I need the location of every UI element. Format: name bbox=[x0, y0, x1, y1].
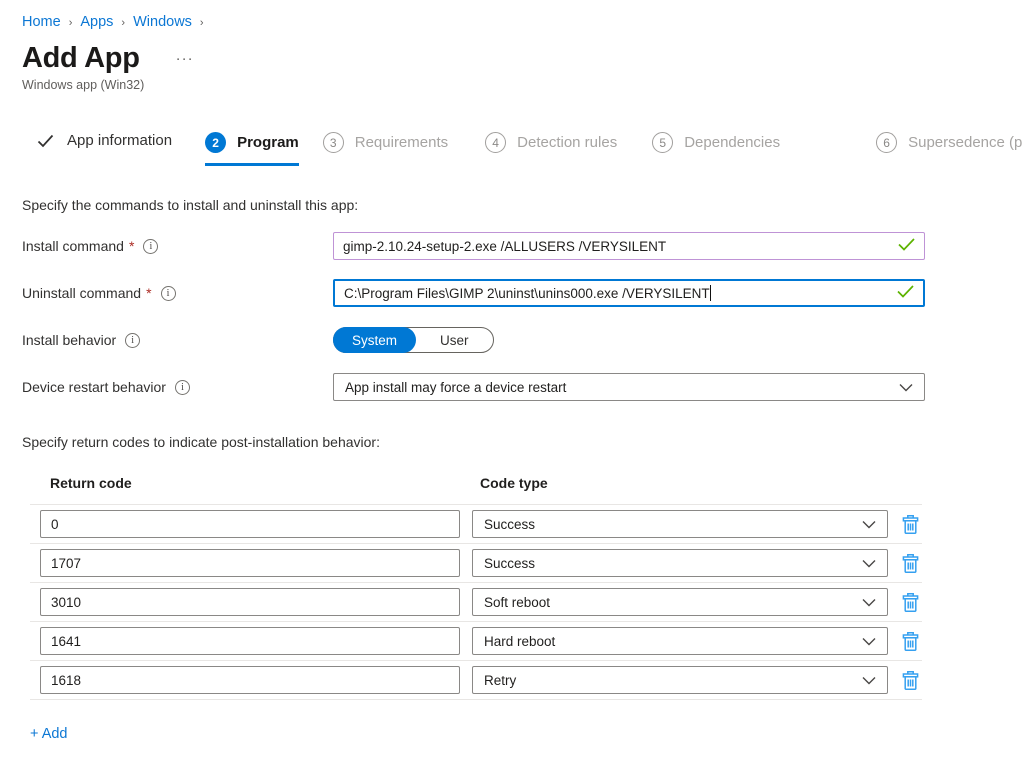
code-type-value: Success bbox=[484, 556, 535, 571]
breadcrumb-home[interactable]: Home bbox=[22, 14, 61, 30]
code-type-select[interactable]: Soft reboot bbox=[472, 588, 888, 616]
trash-icon bbox=[901, 592, 920, 613]
step-program[interactable]: 2 Program bbox=[205, 132, 299, 166]
delete-row-button[interactable] bbox=[901, 592, 920, 613]
step-label: Dependencies bbox=[684, 134, 780, 151]
chevron-down-icon bbox=[862, 595, 876, 610]
trash-icon bbox=[901, 670, 920, 691]
return-code-row: Soft reboot bbox=[30, 583, 922, 622]
return-code-input[interactable] bbox=[40, 510, 460, 538]
breadcrumb-separator: › bbox=[69, 17, 73, 29]
step-number-badge: 3 bbox=[323, 132, 344, 153]
step-number-badge: 6 bbox=[876, 132, 897, 153]
column-header-code-type: Code type bbox=[480, 475, 548, 491]
add-return-code-link[interactable]: + Add bbox=[30, 726, 68, 742]
valid-check-icon bbox=[898, 238, 915, 254]
device-restart-behavior-select[interactable]: App install may force a device restart bbox=[333, 373, 925, 401]
wizard-step-bar: App information 2 Program 3 Requirements… bbox=[37, 132, 1023, 166]
install-behavior-label: Install behavior i bbox=[22, 332, 333, 348]
device-restart-behavior-value: App install may force a device restart bbox=[345, 380, 566, 395]
install-behavior-option-user[interactable]: User bbox=[416, 333, 493, 348]
chevron-down-icon bbox=[862, 556, 876, 571]
return-code-row: Hard reboot bbox=[30, 622, 922, 661]
step-label: App information bbox=[67, 132, 172, 149]
code-type-value: Soft reboot bbox=[484, 595, 550, 610]
code-type-select[interactable]: Success bbox=[472, 510, 888, 538]
valid-check-icon bbox=[897, 285, 914, 301]
step-supersedence[interactable]: 6 Supersedence (pr bbox=[876, 132, 1023, 166]
add-app-page: Home › Apps › Windows › Add App ··· Wind… bbox=[0, 0, 1023, 742]
return-code-row: Success bbox=[30, 505, 922, 544]
breadcrumb: Home › Apps › Windows › bbox=[22, 14, 1023, 30]
code-type-value: Hard reboot bbox=[484, 634, 555, 649]
info-icon[interactable]: i bbox=[161, 286, 176, 301]
install-command-label: Install command * i bbox=[22, 238, 333, 254]
info-icon[interactable]: i bbox=[175, 380, 190, 395]
breadcrumb-apps[interactable]: Apps bbox=[80, 14, 113, 30]
chevron-down-icon bbox=[862, 673, 876, 688]
return-codes-header: Return code Code type bbox=[30, 475, 922, 505]
install-command-value: gimp-2.10.24-setup-2.exe /ALLUSERS /VERY… bbox=[343, 239, 666, 254]
breadcrumb-separator: › bbox=[200, 17, 204, 29]
return-code-input[interactable] bbox=[40, 666, 460, 694]
info-icon[interactable]: i bbox=[125, 333, 140, 348]
step-detection-rules[interactable]: 4 Detection rules bbox=[485, 132, 617, 166]
return-code-row: Retry bbox=[30, 661, 922, 700]
step-app-information[interactable]: App information bbox=[37, 132, 172, 162]
required-asterisk: * bbox=[146, 285, 151, 301]
breadcrumb-windows[interactable]: Windows bbox=[133, 14, 192, 30]
device-restart-behavior-label: Device restart behavior i bbox=[22, 379, 333, 395]
step-label: Detection rules bbox=[517, 134, 617, 151]
trash-icon bbox=[901, 553, 920, 574]
return-codes-intro-text: Specify return codes to indicate post-in… bbox=[22, 434, 1023, 450]
page-title: Add App bbox=[22, 42, 140, 75]
column-header-return-code: Return code bbox=[50, 475, 480, 491]
more-actions-button[interactable]: ··· bbox=[176, 50, 194, 67]
info-icon[interactable]: i bbox=[143, 239, 158, 254]
uninstall-command-input[interactable]: C:\Program Files\GIMP 2\uninst\unins000.… bbox=[333, 279, 925, 307]
return-codes-table: Return code Code type Success Success bbox=[30, 475, 922, 700]
delete-row-button[interactable] bbox=[901, 514, 920, 535]
page-subtitle: Windows app (Win32) bbox=[22, 78, 1023, 92]
delete-row-button[interactable] bbox=[901, 553, 920, 574]
required-asterisk: * bbox=[129, 238, 134, 254]
step-requirements[interactable]: 3 Requirements bbox=[323, 132, 448, 166]
chevron-down-icon bbox=[862, 634, 876, 649]
install-behavior-option-system[interactable]: System bbox=[333, 327, 416, 353]
step-dependencies[interactable]: 5 Dependencies bbox=[652, 132, 780, 166]
return-code-row: Success bbox=[30, 544, 922, 583]
uninstall-command-value: C:\Program Files\GIMP 2\uninst\unins000.… bbox=[344, 286, 710, 301]
code-type-select[interactable]: Hard reboot bbox=[472, 627, 888, 655]
step-number-badge: 2 bbox=[205, 132, 226, 153]
code-type-select[interactable]: Success bbox=[472, 549, 888, 577]
step-complete-check-icon bbox=[37, 134, 54, 148]
step-label: Supersedence (pr bbox=[908, 134, 1023, 151]
step-number-badge: 5 bbox=[652, 132, 673, 153]
step-number-badge: 4 bbox=[485, 132, 506, 153]
delete-row-button[interactable] bbox=[901, 670, 920, 691]
code-type-value: Success bbox=[484, 517, 535, 532]
chevron-down-icon bbox=[862, 517, 876, 532]
commands-intro-text: Specify the commands to install and unin… bbox=[22, 197, 1023, 213]
return-code-input[interactable] bbox=[40, 588, 460, 616]
active-step-underline bbox=[205, 163, 299, 166]
step-label: Requirements bbox=[355, 134, 448, 151]
chevron-down-icon bbox=[899, 380, 913, 395]
breadcrumb-separator: › bbox=[121, 17, 125, 29]
return-code-input[interactable] bbox=[40, 627, 460, 655]
trash-icon bbox=[901, 631, 920, 652]
return-code-input[interactable] bbox=[40, 549, 460, 577]
install-behavior-toggle: System User bbox=[333, 327, 494, 353]
delete-row-button[interactable] bbox=[901, 631, 920, 652]
code-type-value: Retry bbox=[484, 673, 516, 688]
install-command-input[interactable]: gimp-2.10.24-setup-2.exe /ALLUSERS /VERY… bbox=[333, 232, 925, 260]
step-label: Program bbox=[237, 134, 299, 151]
code-type-select[interactable]: Retry bbox=[472, 666, 888, 694]
uninstall-command-label: Uninstall command * i bbox=[22, 285, 333, 301]
trash-icon bbox=[901, 514, 920, 535]
text-cursor bbox=[710, 285, 711, 301]
